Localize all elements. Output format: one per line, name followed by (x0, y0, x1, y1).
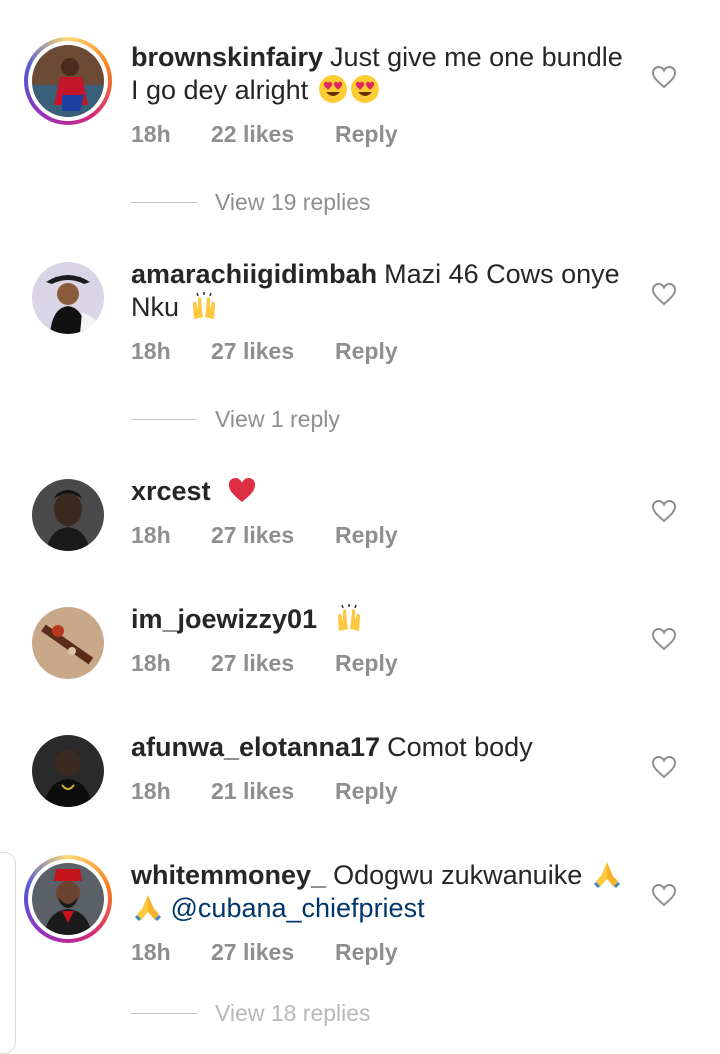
comment-meta: 18h 27 likes Reply (131, 650, 398, 677)
view-replies-label: View 18 replies (215, 1000, 371, 1026)
like-heart-icon[interactable] (651, 499, 677, 523)
likes-count[interactable]: 27 likes (211, 522, 335, 549)
like-heart-icon[interactable] (651, 627, 677, 651)
reply-button[interactable]: Reply (335, 939, 398, 966)
like-heart-icon[interactable] (651, 755, 677, 779)
view-replies-button[interactable]: View 18 replies (131, 1000, 371, 1027)
avatar[interactable] (32, 735, 104, 807)
username[interactable]: whitemmoney_ (131, 860, 326, 890)
comment-text: xrcest (131, 475, 631, 508)
comment-text: whitemmoney_ Odogwu zukwanuike @cubana_ch… (131, 859, 631, 925)
like-heart-icon[interactable] (651, 883, 677, 907)
like-heart-icon[interactable] (651, 65, 677, 89)
folded-hands-emoji-icon (593, 862, 620, 889)
mention-link[interactable]: @cubana_chiefpriest (171, 893, 425, 923)
avatar[interactable] (24, 855, 112, 943)
timestamp: 18h (131, 121, 171, 147)
username[interactable]: afunwa_elotanna17 (131, 732, 380, 762)
reply-button[interactable]: Reply (335, 522, 398, 549)
heart-eyes-emoji-icon (350, 75, 379, 103)
likes-count[interactable]: 21 likes (211, 778, 335, 805)
likes-count[interactable]: 27 likes (211, 338, 335, 365)
view-replies-label: View 1 reply (215, 406, 340, 432)
likes-count[interactable]: 27 likes (211, 650, 335, 677)
folded-hands-emoji-icon (134, 895, 162, 922)
like-heart-icon[interactable] (651, 282, 677, 306)
red-heart-emoji-icon (229, 478, 256, 502)
reply-button[interactable]: Reply (335, 338, 398, 365)
comment-meta: 18h 27 likes Reply (131, 522, 398, 549)
comment-body: Comot body (387, 732, 533, 762)
comment-text: afunwa_elotanna17 Comot body (131, 731, 631, 764)
divider (131, 202, 197, 203)
panel-edge (0, 852, 16, 1054)
timestamp: 18h (131, 650, 171, 676)
comment-meta: 18h 27 likes Reply (131, 338, 398, 365)
timestamp: 18h (131, 338, 171, 364)
reply-button[interactable]: Reply (335, 650, 398, 677)
username[interactable]: amarachiigidimbah (131, 259, 377, 289)
comment-text: brownskinfairy Just give me one bundle I … (131, 41, 631, 107)
username[interactable]: brownskinfairy (131, 42, 323, 72)
avatar[interactable] (32, 607, 104, 679)
comment-meta: 18h 22 likes Reply (131, 121, 398, 148)
username[interactable]: xrcest (131, 476, 211, 506)
avatar[interactable] (32, 262, 104, 334)
divider (131, 1013, 197, 1014)
likes-count[interactable]: 27 likes (211, 939, 335, 966)
likes-count[interactable]: 22 likes (211, 121, 335, 148)
comment-text: amarachiigidimbah Mazi 46 Cows onye Nku (131, 258, 631, 324)
reply-button[interactable]: Reply (335, 121, 398, 148)
divider (131, 419, 197, 420)
view-replies-button[interactable]: View 19 replies (131, 189, 371, 216)
comment-body: Odogwu zukwanuike (333, 860, 583, 890)
view-replies-label: View 19 replies (215, 189, 371, 215)
raising-hands-emoji-icon (192, 292, 215, 319)
comment-meta: 18h 27 likes Reply (131, 939, 398, 966)
timestamp: 18h (131, 522, 171, 548)
avatar[interactable] (32, 479, 104, 551)
comment-text: im_joewizzy01 (131, 603, 631, 636)
heart-eyes-emoji-icon (318, 75, 347, 103)
raising-hands-emoji-icon (337, 604, 360, 631)
username[interactable]: im_joewizzy01 (131, 604, 317, 634)
comment-meta: 18h 21 likes Reply (131, 778, 398, 805)
timestamp: 18h (131, 939, 171, 965)
reply-button[interactable]: Reply (335, 778, 398, 805)
timestamp: 18h (131, 778, 171, 804)
view-replies-button[interactable]: View 1 reply (131, 406, 340, 433)
avatar[interactable] (24, 37, 112, 125)
